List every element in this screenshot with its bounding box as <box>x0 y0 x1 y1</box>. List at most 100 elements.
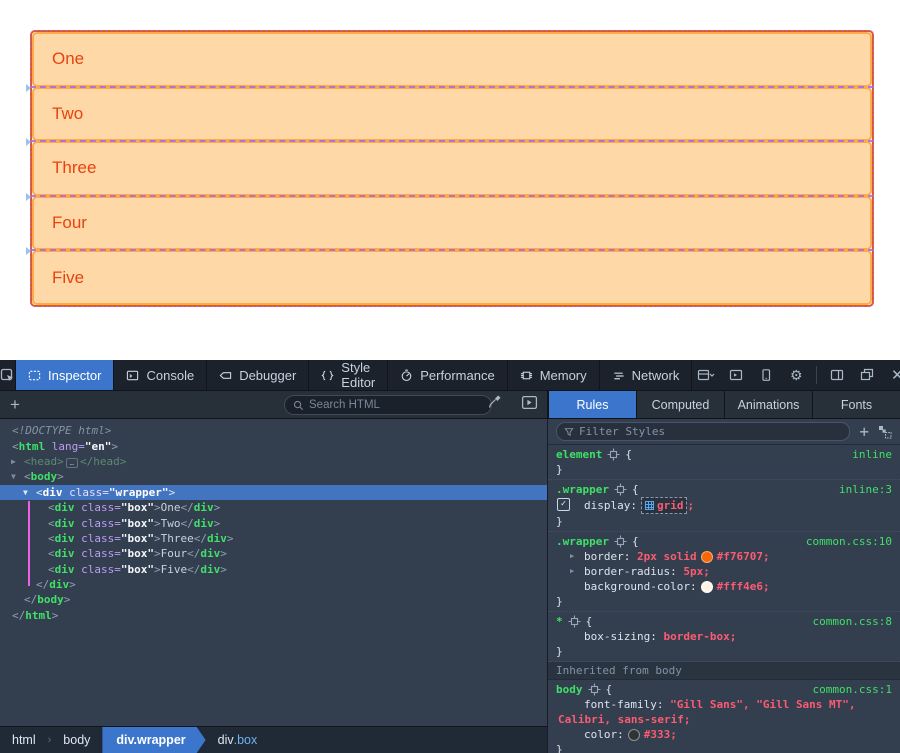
tab-memory[interactable]: Memory <box>508 360 600 390</box>
markup-token: "box" <box>121 547 154 560</box>
declaration-box-sizing[interactable]: box-sizing: border-box; <box>548 629 900 644</box>
close-devtools-button[interactable]: ✕ <box>883 360 900 390</box>
markup-token: > <box>111 440 118 453</box>
tab-performance[interactable]: Performance <box>388 360 507 390</box>
markup-token: div <box>200 547 220 560</box>
markup-line[interactable]: </html> <box>0 608 547 623</box>
markup-token: > <box>154 532 161 545</box>
selector-target-icon[interactable] <box>588 683 601 696</box>
color-swatch[interactable] <box>628 729 640 741</box>
iframe-picker-button[interactable] <box>692 360 720 390</box>
settings-button[interactable]: ⚙ <box>782 360 810 390</box>
color-swatch[interactable] <box>701 581 713 593</box>
twisty-icon[interactable]: ▶ <box>11 457 16 466</box>
markup-line[interactable]: <!DOCTYPE html> <box>0 423 547 438</box>
markup-token: html <box>25 609 52 622</box>
rule-source-link[interactable]: common.css:1 <box>813 682 892 697</box>
markup-token: class= <box>75 532 121 545</box>
responsive-mode-button[interactable] <box>752 360 780 390</box>
markup-token: div <box>200 563 220 576</box>
markup-line[interactable]: </body> <box>0 592 547 607</box>
twisty-icon[interactable]: ▼ <box>23 488 28 497</box>
markup-line[interactable]: <div class="box">Four</div> <box>0 546 547 561</box>
markup-line[interactable]: ▼<body> <box>0 469 547 484</box>
pseudo-class-icon[interactable] <box>878 425 892 439</box>
tab-debugger[interactable]: Debugger <box>207 360 309 390</box>
tab-animations[interactable]: Animations <box>724 391 812 418</box>
markup-line[interactable]: <div class="box">Three</div> <box>0 531 547 546</box>
twisty-icon[interactable]: ▼ <box>11 472 16 481</box>
markup-token: < <box>48 547 55 560</box>
filter-styles-input[interactable]: Filter Styles <box>556 422 850 441</box>
grid-value-chip[interactable]: grid <box>641 497 688 514</box>
color-swatch[interactable] <box>701 551 713 563</box>
selector-target-icon[interactable] <box>614 535 627 548</box>
selector-target-icon[interactable] <box>614 483 627 496</box>
tab-network-label: Network <box>632 368 680 383</box>
network-icon <box>612 369 625 382</box>
rule-source-link[interactable]: common.css:10 <box>806 534 892 549</box>
markup-line[interactable]: ▼<div class="wrapper"> <box>0 485 547 500</box>
declaration-display[interactable]: ✓ display: grid ; <box>548 497 900 514</box>
style-editor-icon <box>321 369 334 382</box>
expand-arrow-icon[interactable]: ▶ <box>570 549 574 564</box>
breadcrumb-html[interactable]: html <box>0 727 48 753</box>
markup-token: > <box>227 532 234 545</box>
property-value: 2px solid <box>637 549 697 564</box>
tab-fonts[interactable]: Fonts <box>812 391 900 418</box>
rule-universal[interactable]: *{common.css:8 box-sizing: border-box; } <box>548 612 900 662</box>
search-html-input[interactable]: Search HTML <box>284 395 492 415</box>
rule-body[interactable]: body{common.css:1 font-family: "Gill San… <box>548 680 900 753</box>
grid-box: Four <box>32 196 872 251</box>
rule-source-link[interactable]: common.css:8 <box>813 614 892 629</box>
rule-wrapper-common[interactable]: .wrapper{common.css:10 ▶ border: 2px sol… <box>548 532 900 612</box>
dock-side-button[interactable] <box>823 360 851 390</box>
add-node-icon[interactable]: + <box>10 396 20 413</box>
expand-arrow-icon[interactable]: ▶ <box>570 564 574 579</box>
markup-token: body <box>31 470 58 483</box>
declaration-border-radius[interactable]: ▶ border-radius: 5px; <box>548 564 900 579</box>
tab-network[interactable]: Network <box>600 360 693 390</box>
rule-source-link[interactable]: inline <box>852 447 892 462</box>
devtools-subbar: + Search HTML Rules <box>0 391 900 419</box>
declaration-checkbox[interactable]: ✓ <box>557 498 570 511</box>
rule-wrapper-inline[interactable]: .wrapper{inline:3 ✓ display: grid ; } <box>548 480 900 532</box>
tab-rules[interactable]: Rules <box>548 391 636 418</box>
markup-line[interactable]: <html lang="en"> <box>0 438 547 453</box>
rule-element[interactable]: element{inline } <box>548 445 900 480</box>
breadcrumb-div-box-tag: div <box>218 733 234 747</box>
selector-target-icon[interactable] <box>607 448 620 461</box>
declaration-background-color[interactable]: background-color: #fff4e6; <box>548 579 900 594</box>
breadcrumb-div-box[interactable]: div.box <box>206 727 270 753</box>
eyedropper-button[interactable] <box>487 394 503 415</box>
close-brace: } <box>556 594 563 609</box>
markup-line[interactable]: </div> <box>0 577 547 592</box>
print-simulation-button[interactable] <box>521 394 538 416</box>
declaration-border[interactable]: ▶ border: 2px solid #f76707; <box>548 549 900 564</box>
markup-line[interactable]: <div class="box">Two</div> <box>0 515 547 530</box>
selector-target-icon[interactable] <box>568 615 581 628</box>
add-rule-icon[interactable]: + <box>859 424 869 440</box>
rule-source-link[interactable]: inline:3 <box>839 482 892 497</box>
tab-fonts-label: Fonts <box>841 398 872 412</box>
markup-line[interactable]: ▶<head>…</head> <box>0 454 547 469</box>
tab-inspector[interactable]: Inspector <box>16 360 114 390</box>
breadcrumb-div-wrapper[interactable]: div.wrapper <box>102 727 205 753</box>
separate-window-button[interactable] <box>853 360 881 390</box>
pick-element-button[interactable] <box>0 360 16 390</box>
markup-line[interactable]: <div class="box">Five</div> <box>0 562 547 577</box>
tab-style-editor[interactable]: Style Editor <box>309 360 388 390</box>
split-console-button[interactable] <box>722 360 750 390</box>
markup-line[interactable]: <div class="box">One</div> <box>0 500 547 515</box>
markup-token: < <box>48 501 55 514</box>
grid-line-marker <box>26 138 31 146</box>
markup-token: <!DOCTYPE html> <box>12 424 111 437</box>
tab-console[interactable]: Console <box>114 360 207 390</box>
breadcrumb-body[interactable]: body <box>51 727 102 753</box>
declaration-font-family[interactable]: font-family: "Gill Sans", "Gill Sans MT"… <box>548 697 900 712</box>
markup-token: class= <box>75 517 121 530</box>
declaration-color[interactable]: color: #333; <box>548 727 900 742</box>
grid-box: Five <box>32 250 872 305</box>
tab-computed[interactable]: Computed <box>636 391 724 418</box>
grid-toggle-icon[interactable] <box>645 501 654 510</box>
